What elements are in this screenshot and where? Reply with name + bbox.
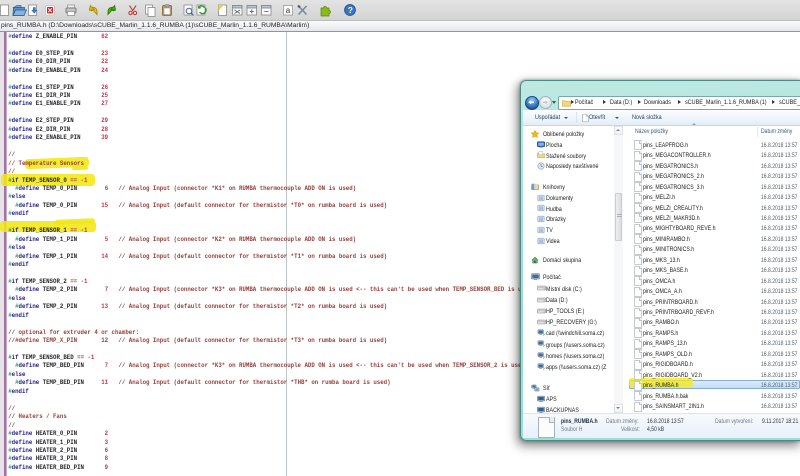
svg-text:?: ? — [348, 5, 353, 15]
svg-text:a: a — [286, 6, 291, 15]
